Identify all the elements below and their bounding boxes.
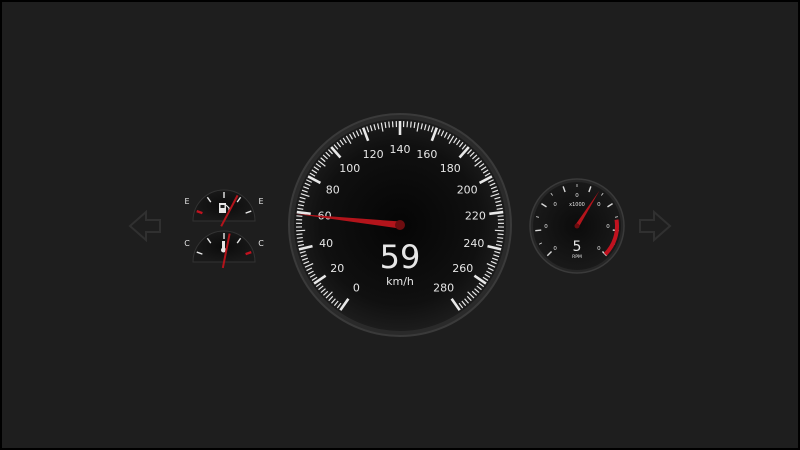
speed-scale-label: 140 <box>390 143 411 156</box>
speed-value: 59 <box>380 238 421 276</box>
rpm-unit: RPM <box>572 254 582 260</box>
speed-scale-label: 160 <box>416 148 437 161</box>
turn-signal-right <box>639 209 672 243</box>
temp-cold-label-left: C <box>184 239 190 248</box>
rpm-multiplier-label: x1000 <box>569 202 585 208</box>
right-arrow-icon <box>639 209 672 243</box>
speed-minor-tick <box>497 215 504 217</box>
speed-minor-tick <box>296 233 303 236</box>
speed-unit: km/h <box>386 275 414 288</box>
speed-minor-tick <box>413 121 416 129</box>
speed-scale-label: 80 <box>326 183 340 196</box>
rpm-value: 5 <box>573 239 582 255</box>
tach-scale-label: 0 <box>553 246 557 252</box>
speed-scale-label: 200 <box>457 183 478 196</box>
fuel-empty-label-left: E <box>184 197 189 206</box>
tach-scale-label: 0 <box>597 246 601 252</box>
turn-signal-left <box>128 209 161 243</box>
speed-minor-tick <box>410 121 412 128</box>
speed-scale-label: 180 <box>440 162 461 175</box>
speedometer: 020406080100120140160180200220240260280 … <box>288 113 512 337</box>
fuel-empty-label-right: E <box>258 197 263 206</box>
speed-scale-label: 220 <box>465 210 486 223</box>
tach-scale-label: 0 <box>597 202 601 208</box>
instrument-cluster: 020406080100120140160180200220240260280 … <box>0 0 800 450</box>
tach-scale-label: 0 <box>553 202 557 208</box>
speed-major-tick <box>489 210 504 216</box>
speed-minor-tick <box>384 121 387 129</box>
dashboard-canvas: 020406080100120140160180200220240260280 … <box>128 113 672 337</box>
speed-needle-hub <box>395 220 405 230</box>
left-arrow-icon <box>128 209 161 243</box>
speed-scale-label: 260 <box>452 262 473 275</box>
tach-scale-label: 0 <box>575 193 579 199</box>
speed-minor-tick <box>296 215 303 217</box>
speed-scale-label: 120 <box>363 148 384 161</box>
speed-minor-tick <box>388 121 390 128</box>
speed-scale-label: 240 <box>463 237 484 250</box>
speed-scale-label: 100 <box>339 162 360 175</box>
speed-scale-label: 280 <box>433 281 454 294</box>
temp-gauge: C C <box>184 230 264 269</box>
speed-minor-tick <box>497 236 504 239</box>
speed-minor-tick <box>296 229 306 232</box>
temp-cold-label-right: C <box>258 239 264 248</box>
speed-major-tick <box>296 210 311 216</box>
tach-scale-label: 0 <box>606 224 610 230</box>
tach-needle-hub <box>574 223 580 229</box>
tach-scale-label: 0 <box>544 224 548 230</box>
tach-tick <box>535 229 542 232</box>
speed-minor-tick <box>497 233 504 236</box>
tachometer: 0 0 0 0 0 0 0 x1000 5 RPM <box>529 178 625 274</box>
speed-minor-tick <box>494 229 504 232</box>
speed-scale-label: 0 <box>353 281 360 294</box>
speed-scale-label: 20 <box>330 262 344 275</box>
speed-scale-label: 40 <box>319 237 333 250</box>
speed-minor-tick <box>296 236 303 239</box>
fuel-gauge: E E <box>184 189 264 227</box>
